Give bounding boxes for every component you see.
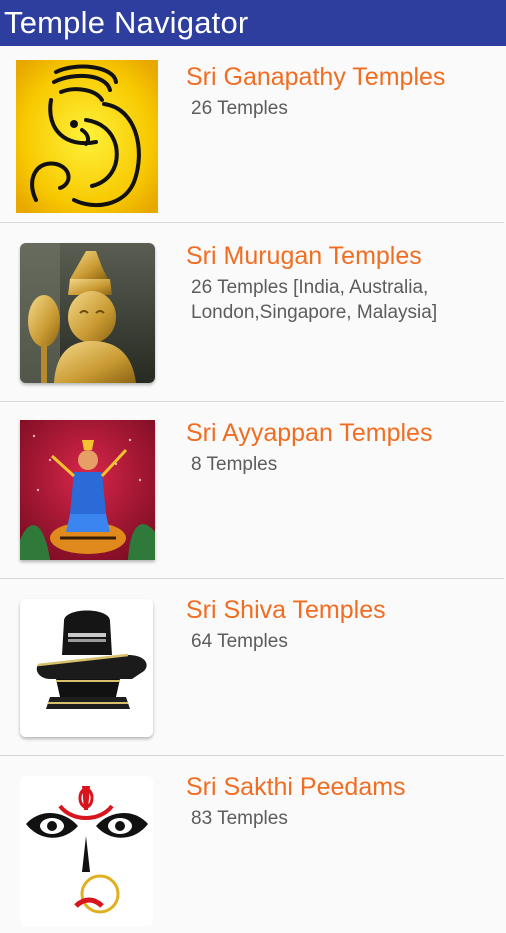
shiva-lingam-image (20, 599, 153, 737)
sakthi-illustration (20, 776, 153, 926)
row-title: Sri Ganapathy Temples (186, 63, 446, 91)
list-item-murugan[interactable]: Sri Murugan Temples 26 Temples [India, A… (0, 225, 506, 402)
murugan-illustration (20, 243, 155, 383)
shiva-lingam-illustration (20, 599, 153, 737)
ganesha-image (16, 60, 158, 213)
ayyappan-illustration (20, 420, 155, 560)
murugan-image (20, 243, 155, 383)
list-item-shiva[interactable]: Sri Shiva Temples 64 Temples (0, 579, 506, 756)
row-subtitle: 64 Temples (191, 631, 288, 652)
row-title: Sri Murugan Temples (186, 242, 422, 270)
row-title: Sri Sakthi Peedams (186, 773, 406, 801)
app-title: Temple Navigator (4, 5, 249, 40)
row-subtitle: 26 Temples [India, Australia, London,Sin… (191, 277, 438, 323)
list-item-ganapathy[interactable]: Sri Ganapathy Temples 26 Temples (0, 46, 506, 223)
row-subtitle: 83 Temples (191, 808, 288, 829)
sakthi-image (20, 776, 153, 926)
row-subtitle: 8 Temples (191, 454, 278, 475)
row-title: Sri Shiva Temples (186, 596, 386, 624)
divider (0, 222, 504, 223)
row-title: Sri Ayyappan Temples (186, 419, 433, 447)
ganesha-illustration (16, 60, 158, 213)
app-bar: Temple Navigator (0, 0, 506, 46)
row-subtitle: 26 Temples (191, 98, 288, 119)
list-item-ayyappan[interactable]: Sri Ayyappan Temples 8 Temples (0, 402, 506, 579)
list-item-sakthi[interactable]: Sri Sakthi Peedams 83 Temples (0, 756, 506, 933)
ayyappan-image (20, 420, 155, 560)
